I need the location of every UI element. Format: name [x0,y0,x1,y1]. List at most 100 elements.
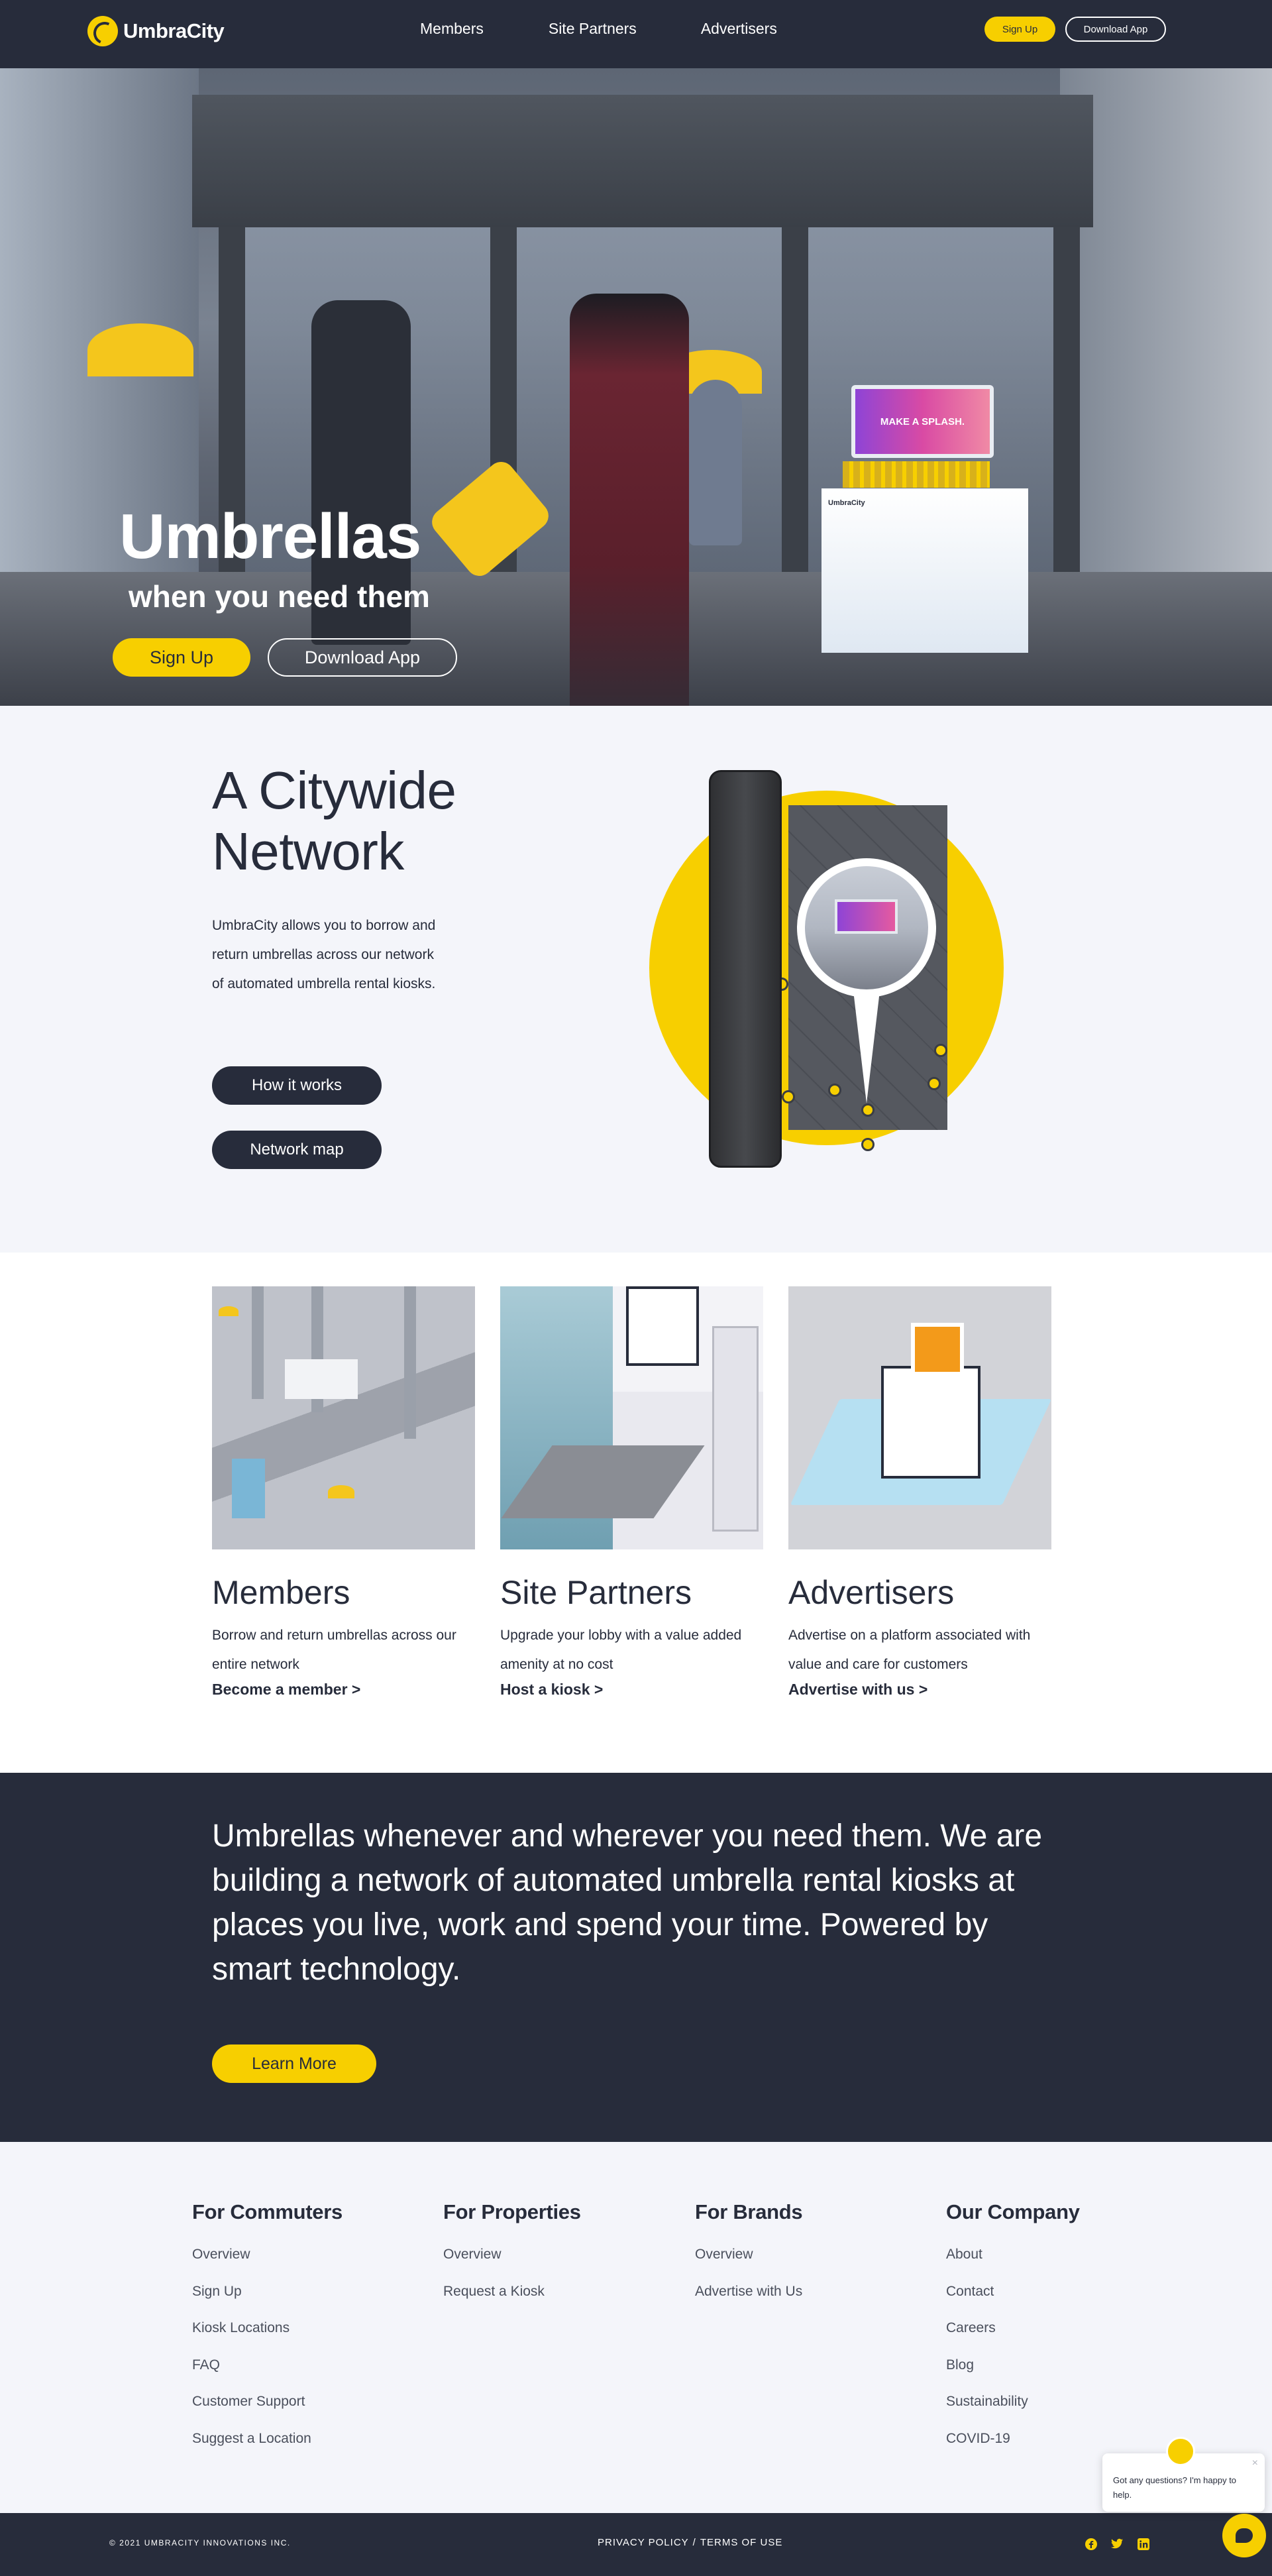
chat-popup[interactable]: × Got any questions? I'm happy to help. [1102,2437,1265,2512]
citywide-network-section: A Citywide Network UmbraCity allows you … [0,706,1272,1253]
footer: For Commuters Overview Sign Up Kiosk Loc… [0,2142,1272,2513]
logo[interactable]: UmbraCity [87,16,225,46]
illustration-kiosk [881,1366,980,1479]
city-street-illustration [212,1286,475,1549]
footer-link[interactable]: Blog [946,2347,1080,2384]
nav-advertisers[interactable]: Advertisers [701,20,777,38]
members-illustration [212,1286,475,1549]
advertise-with-us-link[interactable]: Advertise with us > [788,1681,1051,1699]
how-it-works-button[interactable]: How it works [212,1066,382,1105]
footer-link[interactable]: FAQ [192,2347,343,2384]
footer-link[interactable]: Request a Kiosk [443,2273,581,2310]
yellow-umbrella-image [219,1306,238,1316]
chat-avatar-icon [1166,2437,1195,2466]
footer-link[interactable]: Careers [946,2310,1080,2347]
hero-door-frame [1053,227,1080,598]
footer-heading: Our Company [946,2200,1080,2223]
kiosk-map-marker-icon [861,1138,874,1151]
members-card-body: Borrow and return umbrellas across our e… [212,1628,456,1672]
citywide-heading: A Citywide Network [212,760,456,882]
nav-members[interactable]: Members [420,20,484,38]
advertisers-card: Advertisers Advertise on a platform asso… [788,1286,1051,1699]
footer-link[interactable]: COVID-19 [946,2420,1080,2457]
bottom-bar: © 2021 UMBRACITY INNOVATIONS INC. PRIVAC… [0,2513,1272,2576]
illustration-bench [285,1359,358,1399]
footer-link[interactable]: Suggest a Location [192,2420,343,2457]
advertisers-card-body: Advertise on a platform associated with … [788,1628,1031,1672]
footer-link[interactable]: Customer Support [192,2383,343,2420]
hero-subtitle: when you need them [129,579,430,614]
footer-heading: For Brands [695,2200,803,2223]
legal-links: PRIVACY POLICY / TERMS OF USE [598,2537,782,2548]
kiosk-map-marker-icon [828,1084,841,1097]
kiosk-umbrella-rack [843,461,990,488]
become-member-link[interactable]: Become a member > [212,1681,475,1699]
illustration-kiosk [232,1459,265,1518]
illustration-pillar [252,1286,264,1399]
nav-download-app-button[interactable]: Download App [1065,17,1166,42]
lobby-illustration [500,1286,763,1549]
members-card: Members Borrow and return umbrellas acro… [212,1286,475,1699]
site-partners-card-body: Upgrade your lobby with a value added am… [500,1628,742,1672]
citywide-body: UmbraCity allows you to borrow and retur… [212,918,436,991]
site-partners-illustration [500,1286,763,1549]
footer-column-company: Our Company About Contact Careers Blog S… [946,2200,1080,2457]
advertisers-illustration [788,1286,1051,1549]
citywide-heading-line1: A Citywide [212,761,456,820]
mission-text: Umbrellas whenever and wherever you need… [212,1819,1043,1987]
site-partners-card-title: Site Partners [500,1574,692,1611]
top-nav: UmbraCity Members Site Partners Advertis… [0,0,1272,68]
chat-close-icon[interactable]: × [1252,2457,1258,2469]
footer-link[interactable]: Kiosk Locations [192,2310,343,2347]
footer-link[interactable]: Sustainability [946,2383,1080,2420]
footer-column-properties: For Properties Overview Request a Kiosk [443,2200,581,2310]
privacy-policy-link[interactable]: PRIVACY POLICY [598,2537,689,2548]
main-nav: Members Site Partners Advertisers [420,20,777,38]
hero-signup-button[interactable]: Sign Up [113,638,250,677]
host-kiosk-link[interactable]: Host a kiosk > [500,1681,763,1699]
kiosk-map-marker-icon [934,1044,947,1057]
footer-link[interactable]: Overview [695,2236,802,2273]
footer-link[interactable]: Sign Up [192,2273,343,2310]
nav-signup-button[interactable]: Sign Up [984,17,1055,42]
map-pin-tail [853,991,880,1103]
audience-cards-section: Members Borrow and return umbrellas acro… [0,1253,1272,1773]
footer-link[interactable]: Advertise with Us [695,2273,802,2310]
kiosk-map-marker-icon [861,1103,874,1117]
footer-column-brands: For Brands Overview Advertise with Us [695,2200,803,2310]
hero-download-app-button[interactable]: Download App [268,638,457,677]
linkedin-icon[interactable] [1136,2537,1151,2551]
yellow-umbrella-image [87,323,193,376]
facebook-icon[interactable] [1084,2537,1098,2551]
umbrella-logo-icon [87,16,118,46]
kiosk-map-marker-icon [782,1090,795,1103]
logo-text: UmbraCity [123,19,225,42]
hero-section: MAKE A SPLASH. UmbraCity Umbrellas when … [0,68,1272,706]
hero-building-left [0,68,199,572]
advertisers-card-title: Advertisers [788,1574,955,1611]
footer-heading: For Commuters [192,2200,343,2223]
yellow-umbrella-image [328,1485,354,1498]
hero-door-frame [782,227,808,598]
kiosk-map-marker-icon [928,1077,941,1090]
footer-heading: For Properties [443,2200,581,2223]
twitter-icon[interactable] [1110,2537,1124,2551]
chat-message: Got any questions? I'm happy to help. [1113,2475,1237,2500]
footer-link[interactable]: Contact [946,2273,1080,2310]
smartphone-image [709,770,782,1168]
learn-more-button[interactable]: Learn More [212,2044,376,2083]
terms-of-use-link[interactable]: TERMS OF USE [700,2537,783,2548]
network-map-button[interactable]: Network map [212,1131,382,1169]
hero-title: Umbrellas [119,501,421,572]
footer-link[interactable]: About [946,2236,1080,2273]
hero-canopy [192,95,1093,227]
nav-site-partners[interactable]: Site Partners [549,20,637,38]
footer-link[interactable]: Overview [192,2236,343,2273]
illustration-wall-kiosk [626,1286,699,1366]
person-image [689,380,742,545]
chat-launcher-button[interactable] [1222,2514,1266,2557]
legal-separator: / [692,2537,696,2548]
footer-column-commuters: For Commuters Overview Sign Up Kiosk Loc… [192,2200,343,2457]
mission-section: Umbrellas whenever and wherever you need… [0,1773,1272,2142]
footer-link[interactable]: Overview [443,2236,581,2273]
